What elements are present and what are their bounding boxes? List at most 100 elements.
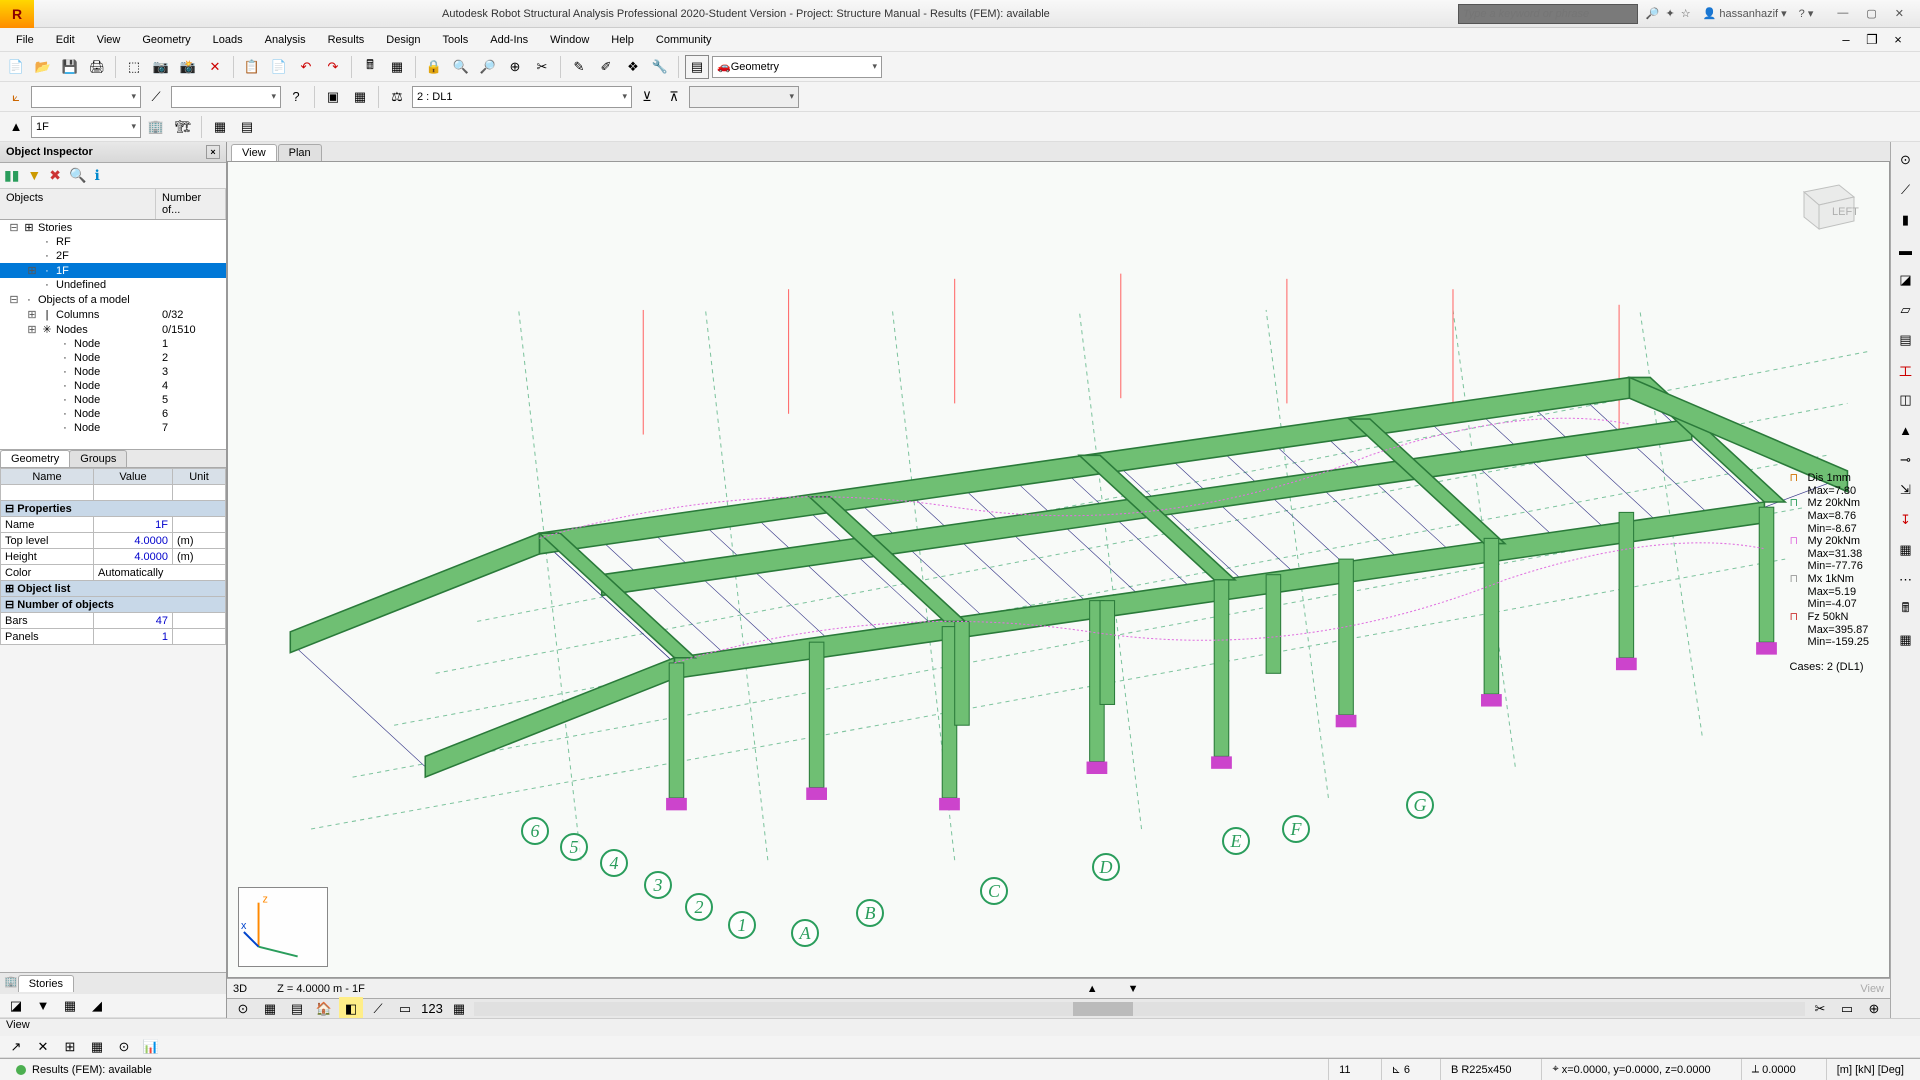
- open-icon[interactable]: 📂: [31, 55, 55, 79]
- menu-loads[interactable]: Loads: [203, 31, 253, 49]
- tree-row[interactable]: ·RF: [0, 235, 226, 249]
- layers-icon[interactable]: ❖: [621, 55, 645, 79]
- user-badge[interactable]: 👤 hassanhazif ▾: [1697, 7, 1793, 20]
- menu-geometry[interactable]: Geometry: [132, 31, 200, 49]
- ft4-icon[interactable]: ◢: [85, 994, 109, 1018]
- ft1-icon[interactable]: ◪: [4, 994, 28, 1018]
- binoculars-icon[interactable]: 🔎: [1646, 7, 1660, 20]
- rt-offset-icon[interactable]: ⇲: [1894, 478, 1918, 502]
- rt-support-icon[interactable]: ▲: [1894, 418, 1918, 442]
- mdi-restore-icon[interactable]: ❐: [1860, 28, 1884, 52]
- insp-help-icon[interactable]: ℹ: [94, 167, 99, 184]
- edit-icon[interactable]: ✎: [567, 55, 591, 79]
- undo-icon[interactable]: ↶: [294, 55, 318, 79]
- bottom-tab-stories[interactable]: Stories: [18, 975, 74, 992]
- menu-design[interactable]: Design: [376, 31, 430, 49]
- section-objectlist[interactable]: ⊞ Object list: [1, 581, 226, 597]
- zoom-extents-icon[interactable]: 🔎: [476, 55, 500, 79]
- sys4-icon[interactable]: ▦: [85, 1035, 109, 1059]
- lc-prev-icon[interactable]: ⊻: [635, 85, 659, 109]
- wrench-icon[interactable]: 🔧: [648, 55, 672, 79]
- vf2-icon[interactable]: ▦: [258, 997, 282, 1019]
- bar-icon[interactable]: ⟋: [144, 85, 168, 109]
- tree-row[interactable]: ·Node1: [0, 337, 226, 351]
- view-down-icon[interactable]: ▼: [1128, 983, 1139, 995]
- close-button[interactable]: ✕: [1895, 7, 1904, 20]
- tab-groups[interactable]: Groups: [69, 450, 127, 467]
- prop-col-name[interactable]: Name: [1, 469, 94, 485]
- menu-addins[interactable]: Add-Ins: [480, 31, 538, 49]
- key-icon[interactable]: ✦: [1666, 7, 1675, 20]
- prop-col-unit[interactable]: Unit: [173, 469, 226, 485]
- menu-view[interactable]: View: [87, 31, 131, 49]
- calc-icon[interactable]: 🖩: [358, 55, 382, 79]
- inspector-close-icon[interactable]: ×: [206, 145, 220, 159]
- select-icon[interactable]: ⊕: [503, 55, 527, 79]
- viewport-scrollbar[interactable]: [474, 1002, 1805, 1016]
- rt-material-icon[interactable]: ◫: [1894, 388, 1918, 412]
- insp-filter-icon[interactable]: ▼: [27, 167, 41, 184]
- vf7-icon[interactable]: ▭: [393, 997, 417, 1019]
- rt-more-icon[interactable]: ⋯: [1894, 568, 1918, 592]
- tree-row[interactable]: ⊞|Columns0/32: [0, 307, 226, 322]
- vf5-icon[interactable]: ◧: [339, 997, 363, 1019]
- redo-icon[interactable]: ↷: [321, 55, 345, 79]
- tab-geometry[interactable]: Geometry: [0, 450, 70, 467]
- menu-tools[interactable]: Tools: [433, 31, 479, 49]
- vf3-icon[interactable]: ▤: [285, 997, 309, 1019]
- vf6-icon[interactable]: ⟋: [366, 997, 390, 1019]
- story-combo[interactable]: 1F: [31, 116, 141, 138]
- help-icon[interactable]: ? ▾: [1799, 7, 1814, 20]
- camera-icon[interactable]: 📸: [176, 55, 200, 79]
- menu-file[interactable]: File: [6, 31, 44, 49]
- sys6-icon[interactable]: 📊: [139, 1035, 163, 1059]
- insp-select-icon[interactable]: ▮▮: [4, 167, 19, 184]
- prop-col-value[interactable]: Value: [93, 469, 172, 485]
- table-icon[interactable]: ▦: [385, 55, 409, 79]
- rt-node-icon[interactable]: ⊙: [1894, 148, 1918, 172]
- ortho-icon[interactable]: ⟂: [1752, 1063, 1759, 1076]
- sys3-icon[interactable]: ⊞: [58, 1035, 82, 1059]
- insp-find-icon[interactable]: 🔍: [69, 167, 86, 184]
- menu-edit[interactable]: Edit: [46, 31, 85, 49]
- viewport-3d[interactable]: A B C D E F G 1 2 3 4 5 6 LEFT ⊓Dis 1mmM…: [227, 161, 1890, 978]
- sys5-icon[interactable]: ⊙: [112, 1035, 136, 1059]
- help-small-icon[interactable]: ?: [284, 85, 308, 109]
- mdi-minimize-icon[interactable]: –: [1834, 28, 1858, 52]
- rt-table-icon[interactable]: ▦: [1894, 628, 1918, 652]
- rt-beam-icon[interactable]: ▬: [1894, 238, 1918, 262]
- tree-row[interactable]: ·Node3: [0, 365, 226, 379]
- sys2-icon[interactable]: ✕: [31, 1035, 55, 1059]
- tree-row[interactable]: ⊟·Objects of a model: [0, 292, 226, 307]
- lc-next-icon[interactable]: ⊼: [662, 85, 686, 109]
- viewcube[interactable]: LEFT: [1784, 177, 1864, 237]
- menu-analysis[interactable]: Analysis: [255, 31, 316, 49]
- tree-row[interactable]: ·Node7: [0, 421, 226, 435]
- cube-icon[interactable]: ⬚: [122, 55, 146, 79]
- minimize-button[interactable]: —: [1837, 7, 1848, 20]
- inspector-tree[interactable]: ⊟⊞Stories·RF·2F⊞·1F·Undefined⊟·Objects o…: [0, 220, 226, 450]
- menu-results[interactable]: Results: [318, 31, 375, 49]
- view-up-icon[interactable]: ▲: [1087, 983, 1098, 995]
- col-objects[interactable]: Objects: [0, 189, 156, 219]
- menu-community[interactable]: Community: [646, 31, 722, 49]
- vf12-icon[interactable]: ⊕: [1862, 997, 1886, 1019]
- loadcase-combo[interactable]: 2 : DL1: [412, 86, 632, 108]
- vf1-icon[interactable]: ⊙: [231, 997, 255, 1019]
- print-icon[interactable]: 🖨: [85, 55, 109, 79]
- filter-icon[interactable]: ✂: [530, 55, 554, 79]
- lock-icon[interactable]: 🔒: [422, 55, 446, 79]
- section-numberobjects[interactable]: ⊟ Number of objects: [1, 597, 226, 613]
- tree-row[interactable]: ·Node2: [0, 351, 226, 365]
- layout-icon[interactable]: ▤: [685, 55, 709, 79]
- axes-icon[interactable]: ⟀: [4, 85, 28, 109]
- viewport-tab-view[interactable]: View: [231, 144, 277, 161]
- story-up-icon[interactable]: ▲: [4, 115, 28, 139]
- screenshot-icon[interactable]: 📷: [149, 55, 173, 79]
- vf8-icon[interactable]: 123: [420, 997, 444, 1019]
- delete-icon[interactable]: ✕: [203, 55, 227, 79]
- rt-clad-icon[interactable]: ▤: [1894, 328, 1918, 352]
- snap-icon[interactable]: ⌖: [1552, 1063, 1558, 1076]
- tree-row[interactable]: ·Node5: [0, 393, 226, 407]
- tree-row[interactable]: ⊟⊞Stories: [0, 220, 226, 235]
